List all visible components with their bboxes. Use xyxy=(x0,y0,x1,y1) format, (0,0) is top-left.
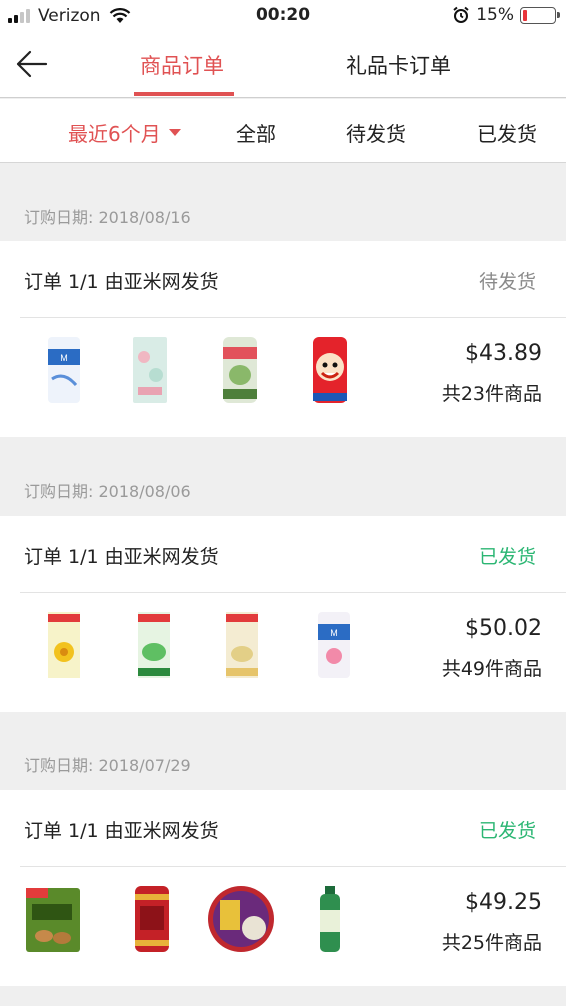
product-thumb-noodle-bowl[interactable] xyxy=(206,884,276,954)
product-thumb-vita-winter-melon[interactable] xyxy=(134,610,174,680)
order-card[interactable]: 订单 1/1 由亚米网发货 已发货 $49.25 共25件商品 xyxy=(0,790,566,986)
order-status: 待发货 xyxy=(478,271,536,293)
order-header: 订单 1/1 由亚米网发货 xyxy=(24,546,219,568)
order-card[interactable]: 订单 1/1 由亚米网发货 已发货 M $50.02 共49件商品 xyxy=(0,516,566,712)
order-item-count: 共25件商品 xyxy=(441,932,542,954)
order-date: 订购日期: 2018/08/06 xyxy=(24,482,191,501)
alarm-icon xyxy=(453,6,469,23)
filter-pending[interactable]: 待发货 xyxy=(346,118,406,147)
order-date: 订购日期: 2018/07/29 xyxy=(24,756,191,775)
back-arrow-icon[interactable] xyxy=(14,46,50,82)
order-item-count: 共23件商品 xyxy=(441,383,542,405)
tab-gift-card-orders[interactable]: 礼品卡订单 xyxy=(346,50,451,80)
product-thumb-milkis[interactable]: M xyxy=(44,335,84,405)
divider xyxy=(20,592,566,593)
order-status: 已发货 xyxy=(478,546,536,568)
product-thumb-vita-soy[interactable] xyxy=(222,610,262,680)
filter-recent-6-months[interactable]: 最近6个月 xyxy=(68,118,181,147)
svg-text:M: M xyxy=(330,628,338,638)
svg-text:M: M xyxy=(60,353,68,363)
order-card[interactable]: 订单 1/1 由亚米网发货 待发货 M $43.89 共23件商品 xyxy=(0,241,566,437)
divider xyxy=(20,317,566,318)
tab-active-indicator xyxy=(134,92,234,96)
product-thumb-vita-chrysanthemum[interactable] xyxy=(44,610,84,680)
battery-icon xyxy=(520,6,560,24)
order-header: 订单 1/1 由亚米网发货 xyxy=(24,271,219,293)
status-right: 15% xyxy=(452,5,560,25)
filter-recent-label: 最近6个月 xyxy=(68,122,161,146)
divider xyxy=(20,866,566,867)
order-price: $49.25 xyxy=(465,890,542,915)
product-thumb-green-tea[interactable] xyxy=(314,884,346,954)
product-thumb-milkis-strawberry[interactable]: M xyxy=(314,610,354,680)
status-bar: Verizon 00:20 15% xyxy=(0,0,566,32)
caret-down-icon xyxy=(168,129,181,136)
order-price: $50.02 xyxy=(465,616,542,641)
order-date: 订购日期: 2018/08/16 xyxy=(24,208,191,227)
product-thumb-snack-pack[interactable] xyxy=(130,335,170,405)
product-thumb-melon-drink[interactable] xyxy=(220,335,260,405)
order-item-count: 共49件商品 xyxy=(441,658,542,680)
filter-bar: 最近6个月 全部 待发货 已发货 xyxy=(0,99,566,163)
battery-percent: 15% xyxy=(476,5,514,25)
filter-all[interactable]: 全部 xyxy=(236,118,276,147)
product-thumb-herbal-tea[interactable] xyxy=(132,884,172,954)
tab-product-orders[interactable]: 商品订单 xyxy=(140,50,224,80)
product-thumb-wangzai-milk[interactable] xyxy=(310,335,350,405)
product-thumb-wasabi-almonds[interactable] xyxy=(22,884,84,954)
filter-shipped[interactable]: 已发货 xyxy=(477,118,537,147)
nav-bar: 商品订单 礼品卡订单 xyxy=(0,32,566,98)
order-price: $43.89 xyxy=(465,341,542,366)
order-status: 已发货 xyxy=(478,820,536,842)
order-header: 订单 1/1 由亚米网发货 xyxy=(24,820,219,842)
